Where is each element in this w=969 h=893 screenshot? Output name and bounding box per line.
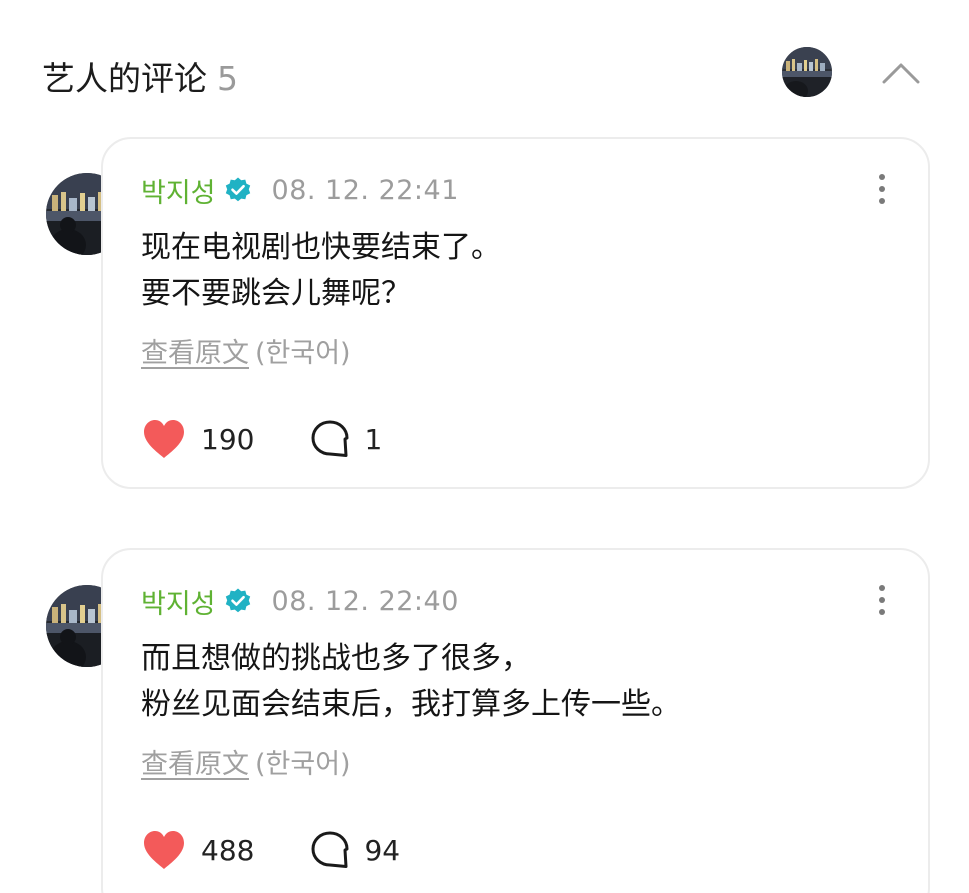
comment-count: 5 [217,59,238,98]
comment-body: 现在电视剧也快要结束了。 要不要跳会儿舞呢？ [141,225,501,317]
artist-comments-page: 艺人的评论 5 박지성 08. 12. 22:41 现在电视剧也快要结束了。 要… [0,0,969,893]
like-count: 190 [201,422,255,456]
comment-body: 而且想做的挑战也多了很多， 粉丝见面会结束后，我打算多上传一些。 [141,636,681,728]
chevron-up-icon [882,63,920,84]
original-language: (한국어) [255,749,351,780]
reply-button[interactable]: 1 [310,419,382,459]
more-vertical-icon [879,174,885,204]
comment-timestamp: 08. 12. 22:41 [271,174,459,206]
more-vertical-icon [879,585,885,615]
comment-card: 박지성 08. 12. 22:40 而且想做的挑战也多了很多， 粉丝见面会结束后… [101,548,930,893]
like-count: 488 [201,833,255,867]
collapse-button[interactable] [878,52,924,92]
reply-button[interactable]: 94 [310,830,400,870]
like-button[interactable]: 190 [141,418,254,460]
section-title: 艺人的评论 5 [42,52,238,100]
speech-bubble-icon [311,420,349,457]
reply-count: 1 [364,422,383,456]
avatar[interactable] [782,47,832,97]
comment-meta: 박지성 08. 12. 22:40 [141,581,459,621]
more-options-button[interactable] [870,169,894,209]
comment-line: 要不要跳会儿舞呢？ [141,276,411,311]
more-options-button[interactable] [870,580,894,620]
heart-icon [144,420,184,458]
author-name[interactable]: 박지성 [141,582,216,621]
like-button[interactable]: 488 [141,829,254,871]
author-name[interactable]: 박지성 [141,171,216,210]
comment-item: 박지성 08. 12. 22:41 现在电视剧也快要结束了。 要不要跳会儿舞呢？ [0,137,969,489]
view-original-link[interactable]: 查看原文 [141,749,249,780]
comment-actions: 190 1 [141,416,382,462]
comment-line: 而且想做的挑战也多了很多， [141,641,531,676]
comment-timestamp: 08. 12. 22:40 [271,585,459,617]
comment-meta: 박지성 08. 12. 22:41 [141,170,459,210]
comment-item: 박지성 08. 12. 22:40 而且想做的挑战也多了很多， 粉丝见面会结束后… [0,548,969,893]
section-title-text: 艺人的评论 [42,59,207,98]
comment-line: 粉丝见面会结束后，我打算多上传一些。 [141,687,681,722]
comment-card: 박지성 08. 12. 22:41 现在电视剧也快要结束了。 要不要跳会儿舞呢？ [101,137,930,489]
comment-line: 现在电视剧也快要结束了。 [141,230,501,265]
verified-badge-icon [225,177,250,202]
translation-info: 查看原文 (한국어) [141,742,351,781]
reply-count: 94 [364,833,401,867]
original-language: (한국어) [255,338,351,369]
verified-badge-icon [225,588,250,613]
translation-info: 查看原文 (한국어) [141,331,351,370]
view-original-link[interactable]: 查看原文 [141,338,249,369]
comments-header: 艺人的评论 5 [0,0,969,140]
comment-actions: 488 94 [141,827,400,873]
heart-icon [144,831,184,869]
avatar-image [782,47,832,97]
speech-bubble-icon [311,831,349,868]
